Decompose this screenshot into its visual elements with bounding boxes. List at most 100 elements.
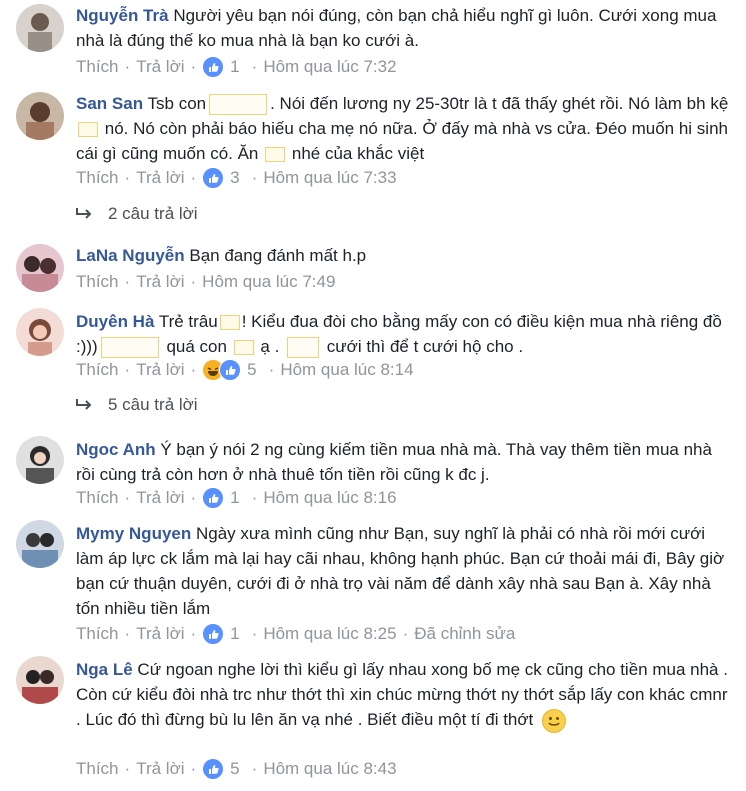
avatar[interactable] (16, 308, 64, 356)
reactions[interactable]: 1 (202, 56, 240, 78)
smile-emoji-icon (542, 708, 566, 733)
separator: · (124, 168, 131, 187)
reactions[interactable]: 1 (202, 623, 240, 645)
comment-text: cưới thì để t cưới hộ cho . (326, 337, 524, 356)
timestamp[interactable]: Hôm qua lúc 7:32 (263, 57, 396, 77)
separator: · (402, 624, 409, 643)
view-replies[interactable]: 5 câu trả lời (74, 395, 198, 415)
reply-link[interactable]: Trả lời (136, 57, 184, 77)
commenter-name[interactable]: Mymy Nguyen (76, 524, 191, 543)
comment-text: Bạn đang đánh mất h.p (189, 246, 367, 265)
separator: · (251, 168, 258, 187)
separator: · (124, 624, 131, 643)
like-reaction-icon (202, 167, 225, 189)
reactions[interactable]: 3 (202, 167, 240, 189)
emoji-placeholder (265, 147, 286, 163)
avatar[interactable] (16, 4, 64, 52)
reply-link[interactable]: Trả lời (136, 488, 184, 508)
like-link[interactable]: Thích (76, 488, 119, 508)
timestamp[interactable]: Hôm qua lúc 8:14 (280, 360, 413, 380)
timestamp[interactable]: Hôm qua lúc 7:33 (263, 168, 396, 188)
like-reaction-icon (202, 56, 225, 78)
comment-text: Tsb con (147, 94, 207, 113)
commenter-name[interactable]: San San (76, 94, 143, 113)
timestamp[interactable]: Hôm qua lúc 7:49 (202, 272, 335, 292)
reaction-count: 1 (230, 57, 240, 76)
separator: · (190, 488, 197, 507)
reply-link[interactable]: Trả lời (136, 360, 184, 380)
comment-text: ạ . (260, 337, 280, 356)
separator: · (251, 624, 258, 643)
reactions[interactable]: 5 (202, 758, 240, 780)
reaction-count: 3 (230, 168, 240, 187)
reply-link[interactable]: Trả lời (136, 272, 184, 292)
reply-link[interactable]: Trả lời (136, 759, 184, 779)
reaction-count: 5 (247, 360, 257, 379)
like-link[interactable]: Thích (76, 57, 119, 77)
separator: · (124, 57, 131, 76)
reaction-count: 1 (230, 488, 240, 507)
separator: · (251, 57, 258, 76)
separator: · (251, 488, 258, 507)
separator: · (124, 488, 131, 507)
comment-text: . Nói đến lương ny 25-30tr là t đã thấy … (270, 94, 729, 113)
emoji-placeholder (219, 315, 240, 331)
separator: · (124, 759, 131, 778)
like-reaction-icon (202, 623, 225, 645)
view-replies[interactable]: 2 câu trả lời (74, 204, 198, 224)
separator: · (124, 272, 131, 291)
reply-link[interactable]: Trả lời (136, 168, 184, 188)
separator: · (251, 759, 258, 778)
hidden-emoji (287, 337, 320, 359)
comment-text: Ý bạn ý nói 2 ng cùng kiếm tiền mua nhà … (76, 440, 712, 484)
separator: · (190, 168, 197, 187)
timestamp[interactable]: Hôm qua lúc 8:16 (263, 488, 396, 508)
emoji-placeholder (78, 122, 98, 138)
separator: · (190, 624, 197, 643)
reply-arrow-icon (76, 208, 92, 219)
like-link[interactable]: Thích (76, 272, 119, 292)
comment-text: Trẻ trâu (158, 312, 218, 331)
comment-text: nhé của khắc việt (291, 144, 425, 163)
like-link[interactable]: Thích (76, 360, 119, 380)
timestamp[interactable]: Hôm qua lúc 8:25 (263, 624, 396, 644)
reaction-count: 1 (230, 624, 240, 643)
like-reaction-icon (202, 758, 225, 780)
separator: · (190, 272, 197, 291)
separator: · (124, 360, 131, 379)
commenter-name[interactable]: Ngoc Anh (76, 440, 156, 459)
avatar[interactable] (16, 244, 64, 292)
commenter-name[interactable]: Nguyễn Trà (76, 6, 169, 25)
comment-text: quá con (166, 337, 227, 356)
like-link[interactable]: Thích (76, 624, 119, 644)
separator: · (268, 360, 275, 379)
reactions[interactable]: 5 (202, 359, 257, 381)
replies-count[interactable]: 5 câu trả lời (108, 395, 198, 415)
reply-arrow-icon (76, 399, 92, 410)
commenter-name[interactable]: LaNa Nguyễn (76, 246, 185, 265)
replies-count[interactable]: 2 câu trả lời (108, 204, 198, 224)
edited-label[interactable]: Đã chỉnh sửa (414, 624, 515, 644)
commenter-name[interactable]: Nga Lê (76, 660, 133, 679)
avatar[interactable] (16, 436, 64, 484)
commenter-name[interactable]: Duyên Hà (76, 312, 154, 331)
comment-text: Cứ ngoan nghe lời thì kiểu gì lấy nhau x… (76, 660, 728, 729)
comment-text: Người yêu bạn nói đúng, còn bạn chả hiểu… (76, 6, 717, 50)
avatar[interactable] (16, 656, 64, 704)
like-reaction-icon (202, 487, 225, 509)
reply-link[interactable]: Trả lời (136, 624, 184, 644)
timestamp[interactable]: Hôm qua lúc 8:43 (263, 759, 396, 779)
separator: · (190, 57, 197, 76)
hidden-emoji (209, 94, 268, 116)
avatar[interactable] (16, 92, 64, 140)
reaction-count: 5 (230, 759, 240, 778)
like-reaction-icon (219, 359, 242, 381)
like-link[interactable]: Thích (76, 759, 119, 779)
hidden-emoji (100, 337, 159, 359)
separator: · (190, 759, 197, 778)
like-link[interactable]: Thích (76, 168, 119, 188)
emoji-placeholder (233, 340, 254, 356)
reactions[interactable]: 1 (202, 487, 240, 509)
avatar[interactable] (16, 520, 64, 568)
separator: · (190, 360, 197, 379)
